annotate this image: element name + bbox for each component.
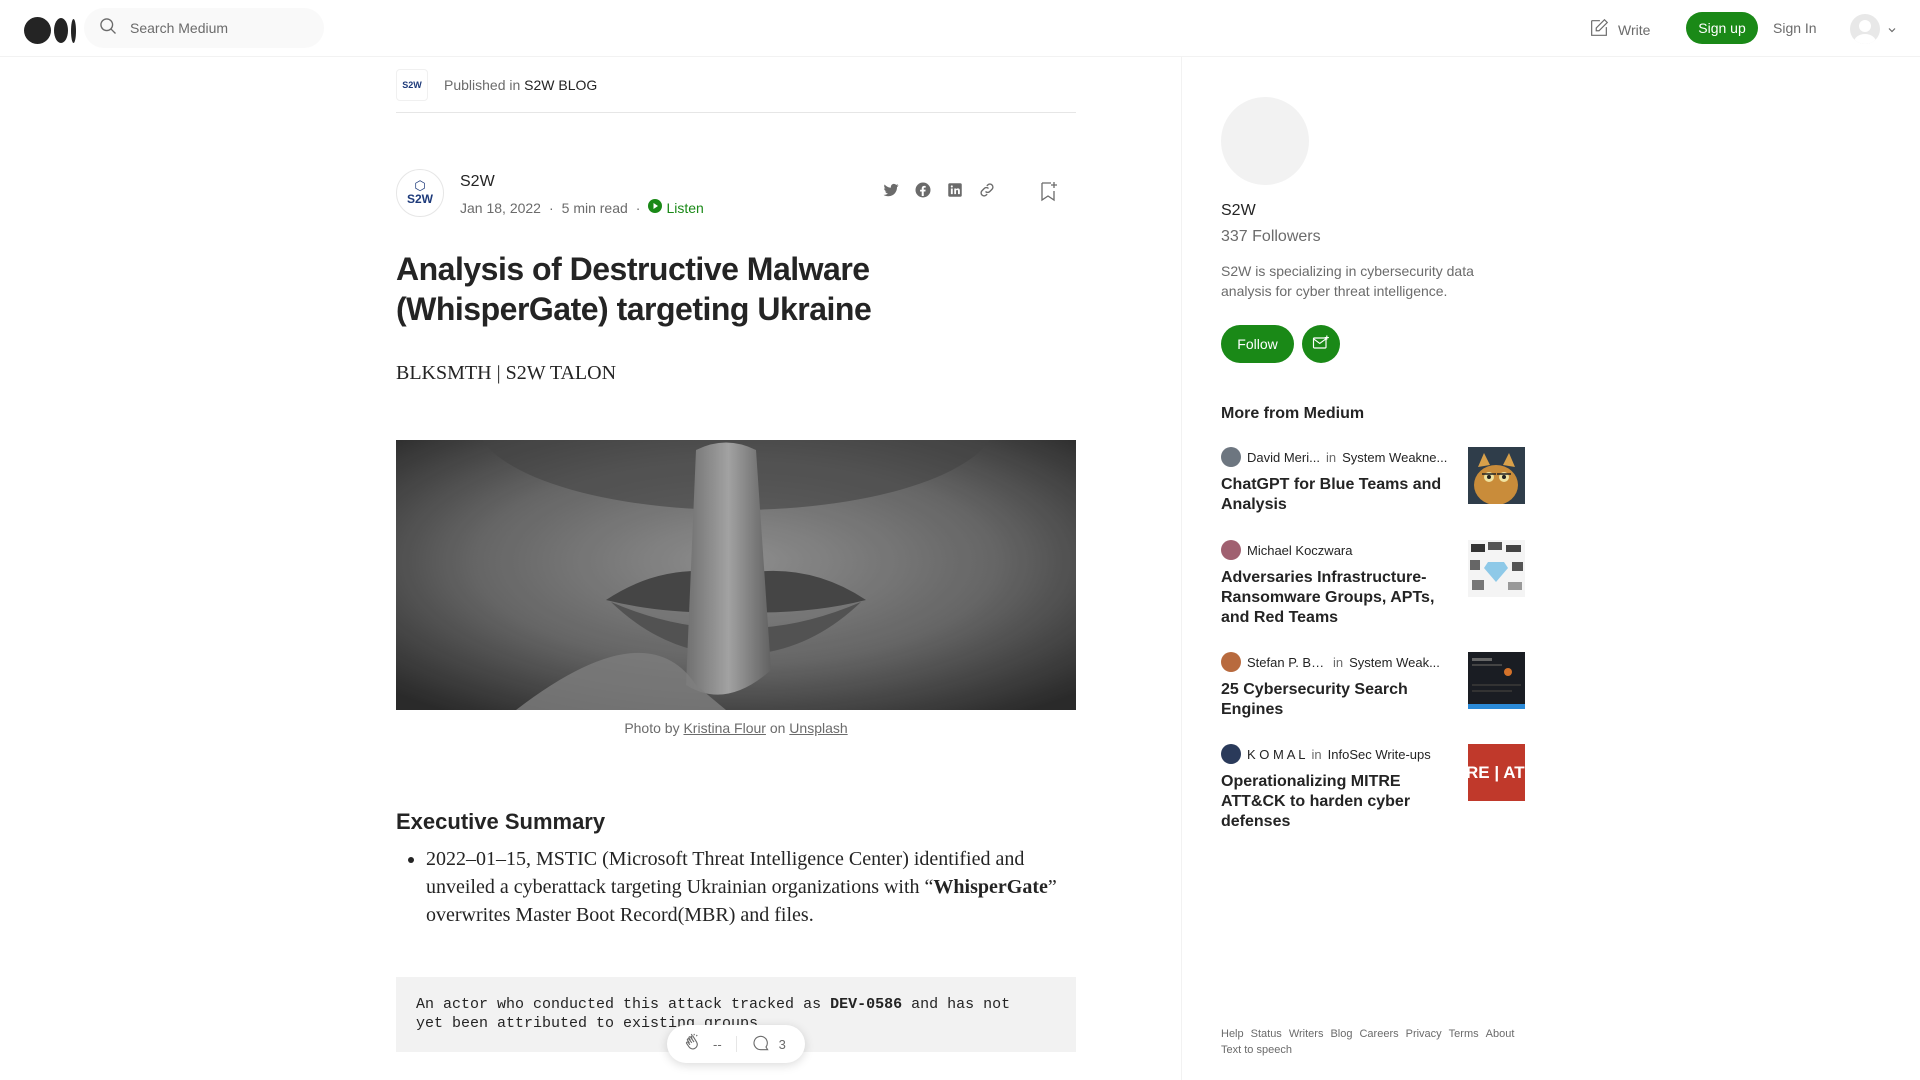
more-from-medium-heading: More from Medium <box>1221 405 1365 422</box>
rec-thumbnail[interactable]: RE | AT <box>1468 744 1525 801</box>
rec-author[interactable]: Michael Koczwara <box>1247 543 1353 558</box>
sign-up-button[interactable]: Sign up <box>1686 12 1758 44</box>
top-navbar: Write Sign up Sign In <box>0 0 1920 57</box>
clap-icon <box>683 1032 705 1057</box>
avatar <box>1221 652 1241 672</box>
play-icon <box>648 199 663 216</box>
article-title: Analysis of Destructive Malware (Whisper… <box>396 251 872 327</box>
published-in: Published in S2W BLOG <box>444 76 598 93</box>
sidebar-author-name[interactable]: S2W <box>1221 202 1256 220</box>
follow-button[interactable]: Follow <box>1221 325 1294 363</box>
listen-button[interactable]: Listen <box>648 199 704 216</box>
rec-author[interactable]: Stefan P. Bar... <box>1247 655 1327 670</box>
clap-button[interactable]: -- <box>683 1032 722 1057</box>
read-time: 5 min read <box>561 199 628 216</box>
summary-list: 2022–01–15, MSTIC (Microsoft Threat Inte… <box>396 845 1076 929</box>
sidebar-divider <box>1181 57 1182 1080</box>
clap-count: -- <box>713 1036 722 1052</box>
rec-publication[interactable]: System Weakne... <box>1342 450 1447 465</box>
publish-date: Jan 18, 2022 <box>460 199 541 216</box>
publication-link[interactable]: S2W BLOG <box>524 77 597 93</box>
subscribe-mail-icon <box>1311 333 1331 356</box>
rec-thumbnail[interactable] <box>1468 447 1525 504</box>
write-icon <box>1588 17 1610 42</box>
publication-bar: S2W Published in S2W BLOG <box>396 57 1076 113</box>
author-row: ⬡ S2W S2W Jan 18, 2022 · 5 min read · Li… <box>396 169 1076 219</box>
rec-thumbnail[interactable] <box>1468 540 1525 597</box>
author-name[interactable]: S2W <box>460 173 495 191</box>
responses-button[interactable]: 3 <box>751 1033 786 1056</box>
user-avatar[interactable] <box>1850 14 1880 44</box>
avatar <box>1221 447 1241 467</box>
chevron-down-icon[interactable] <box>1887 22 1897 40</box>
footer-link-blog[interactable]: Blog <box>1330 1026 1352 1042</box>
rec-publication[interactable]: InfoSec Write-ups <box>1328 747 1431 762</box>
write-label: Write <box>1618 21 1651 38</box>
response-count: 3 <box>778 1036 786 1052</box>
search-bar[interactable] <box>84 8 324 48</box>
photographer-link[interactable]: Kristina Flour <box>683 720 765 736</box>
sign-in-link[interactable]: Sign In <box>1773 20 1817 36</box>
footer-link-text-to-speech[interactable]: Text to speech <box>1221 1042 1292 1058</box>
rec-title[interactable]: ChatGPT for Blue Teams and Analysis <box>1221 475 1451 515</box>
twitter-icon[interactable] <box>882 181 900 204</box>
recommended-story[interactable]: Michael Koczwara Adversaries Infrastruct… <box>1221 540 1525 628</box>
author-avatar[interactable]: ⬡ S2W <box>396 169 444 217</box>
rec-publication[interactable]: System Weak... <box>1349 655 1440 670</box>
footer-link-careers[interactable]: Careers <box>1359 1026 1398 1042</box>
footer-link-help[interactable]: Help <box>1221 1026 1244 1042</box>
rec-title[interactable]: Operationalizing MITRE ATT&CK to harden … <box>1221 772 1451 832</box>
rec-title[interactable]: 25 Cybersecurity Search Engines <box>1221 680 1451 720</box>
comment-icon <box>751 1033 771 1056</box>
footer-link-about[interactable]: About <box>1486 1026 1515 1042</box>
hero-image <box>396 440 1076 710</box>
subscribe-button[interactable] <box>1302 325 1340 363</box>
footer-link-status[interactable]: Status <box>1251 1026 1282 1042</box>
rec-thumbnail[interactable] <box>1468 652 1525 709</box>
recommended-story[interactable]: David Meri... in System Weakne... ChatGP… <box>1221 447 1525 515</box>
search-input[interactable] <box>130 20 310 36</box>
footer-links: Help Status Writers Blog Careers Privacy Terms… <box>1221 1026 1541 1058</box>
bookmark-icon[interactable] <box>1036 179 1060 208</box>
section-heading: Executive Summary <box>396 809 606 834</box>
rec-author[interactable]: K O M A L <box>1247 747 1306 762</box>
followers-count[interactable]: 337 Followers <box>1221 228 1321 246</box>
floating-action-bar: -- 3 <box>667 1025 805 1063</box>
recommended-story[interactable]: Stefan P. Bar... in System Weak... 25 Cy… <box>1221 652 1525 720</box>
article-meta: Jan 18, 2022 · 5 min read · Listen <box>460 199 704 216</box>
rec-title[interactable]: Adversaries Infrastructure-Ransomware Gr… <box>1221 568 1451 628</box>
footer-link-privacy[interactable]: Privacy <box>1406 1026 1442 1042</box>
avatar <box>1221 744 1241 764</box>
author-profile-avatar[interactable] <box>1221 97 1309 185</box>
article-subtitle: BLKSMTH | S2W TALON <box>396 362 617 384</box>
write-button[interactable]: Write <box>1588 17 1650 42</box>
author-bio: S2W is specializing in cybersecurity dat… <box>1221 263 1474 299</box>
share-icons <box>882 181 996 204</box>
image-caption: Photo by Kristina Flour on Unsplash <box>624 720 848 736</box>
link-icon[interactable] <box>978 181 996 204</box>
footer-link-terms[interactable]: Terms <box>1449 1026 1479 1042</box>
linkedin-icon[interactable] <box>946 181 964 204</box>
medium-logo[interactable] <box>24 17 76 44</box>
unsplash-link[interactable]: Unsplash <box>789 720 847 736</box>
facebook-icon[interactable] <box>914 181 932 204</box>
footer-link-writers[interactable]: Writers <box>1289 1026 1324 1042</box>
rec-author[interactable]: David Meri... <box>1247 450 1320 465</box>
recommended-story[interactable]: K O M A L in InfoSec Write-ups Operation… <box>1221 744 1525 832</box>
list-item: 2022–01–15, MSTIC (Microsoft Threat Inte… <box>426 845 1076 929</box>
avatar <box>1221 540 1241 560</box>
publication-logo[interactable]: S2W <box>396 68 428 101</box>
search-icon <box>98 16 118 41</box>
